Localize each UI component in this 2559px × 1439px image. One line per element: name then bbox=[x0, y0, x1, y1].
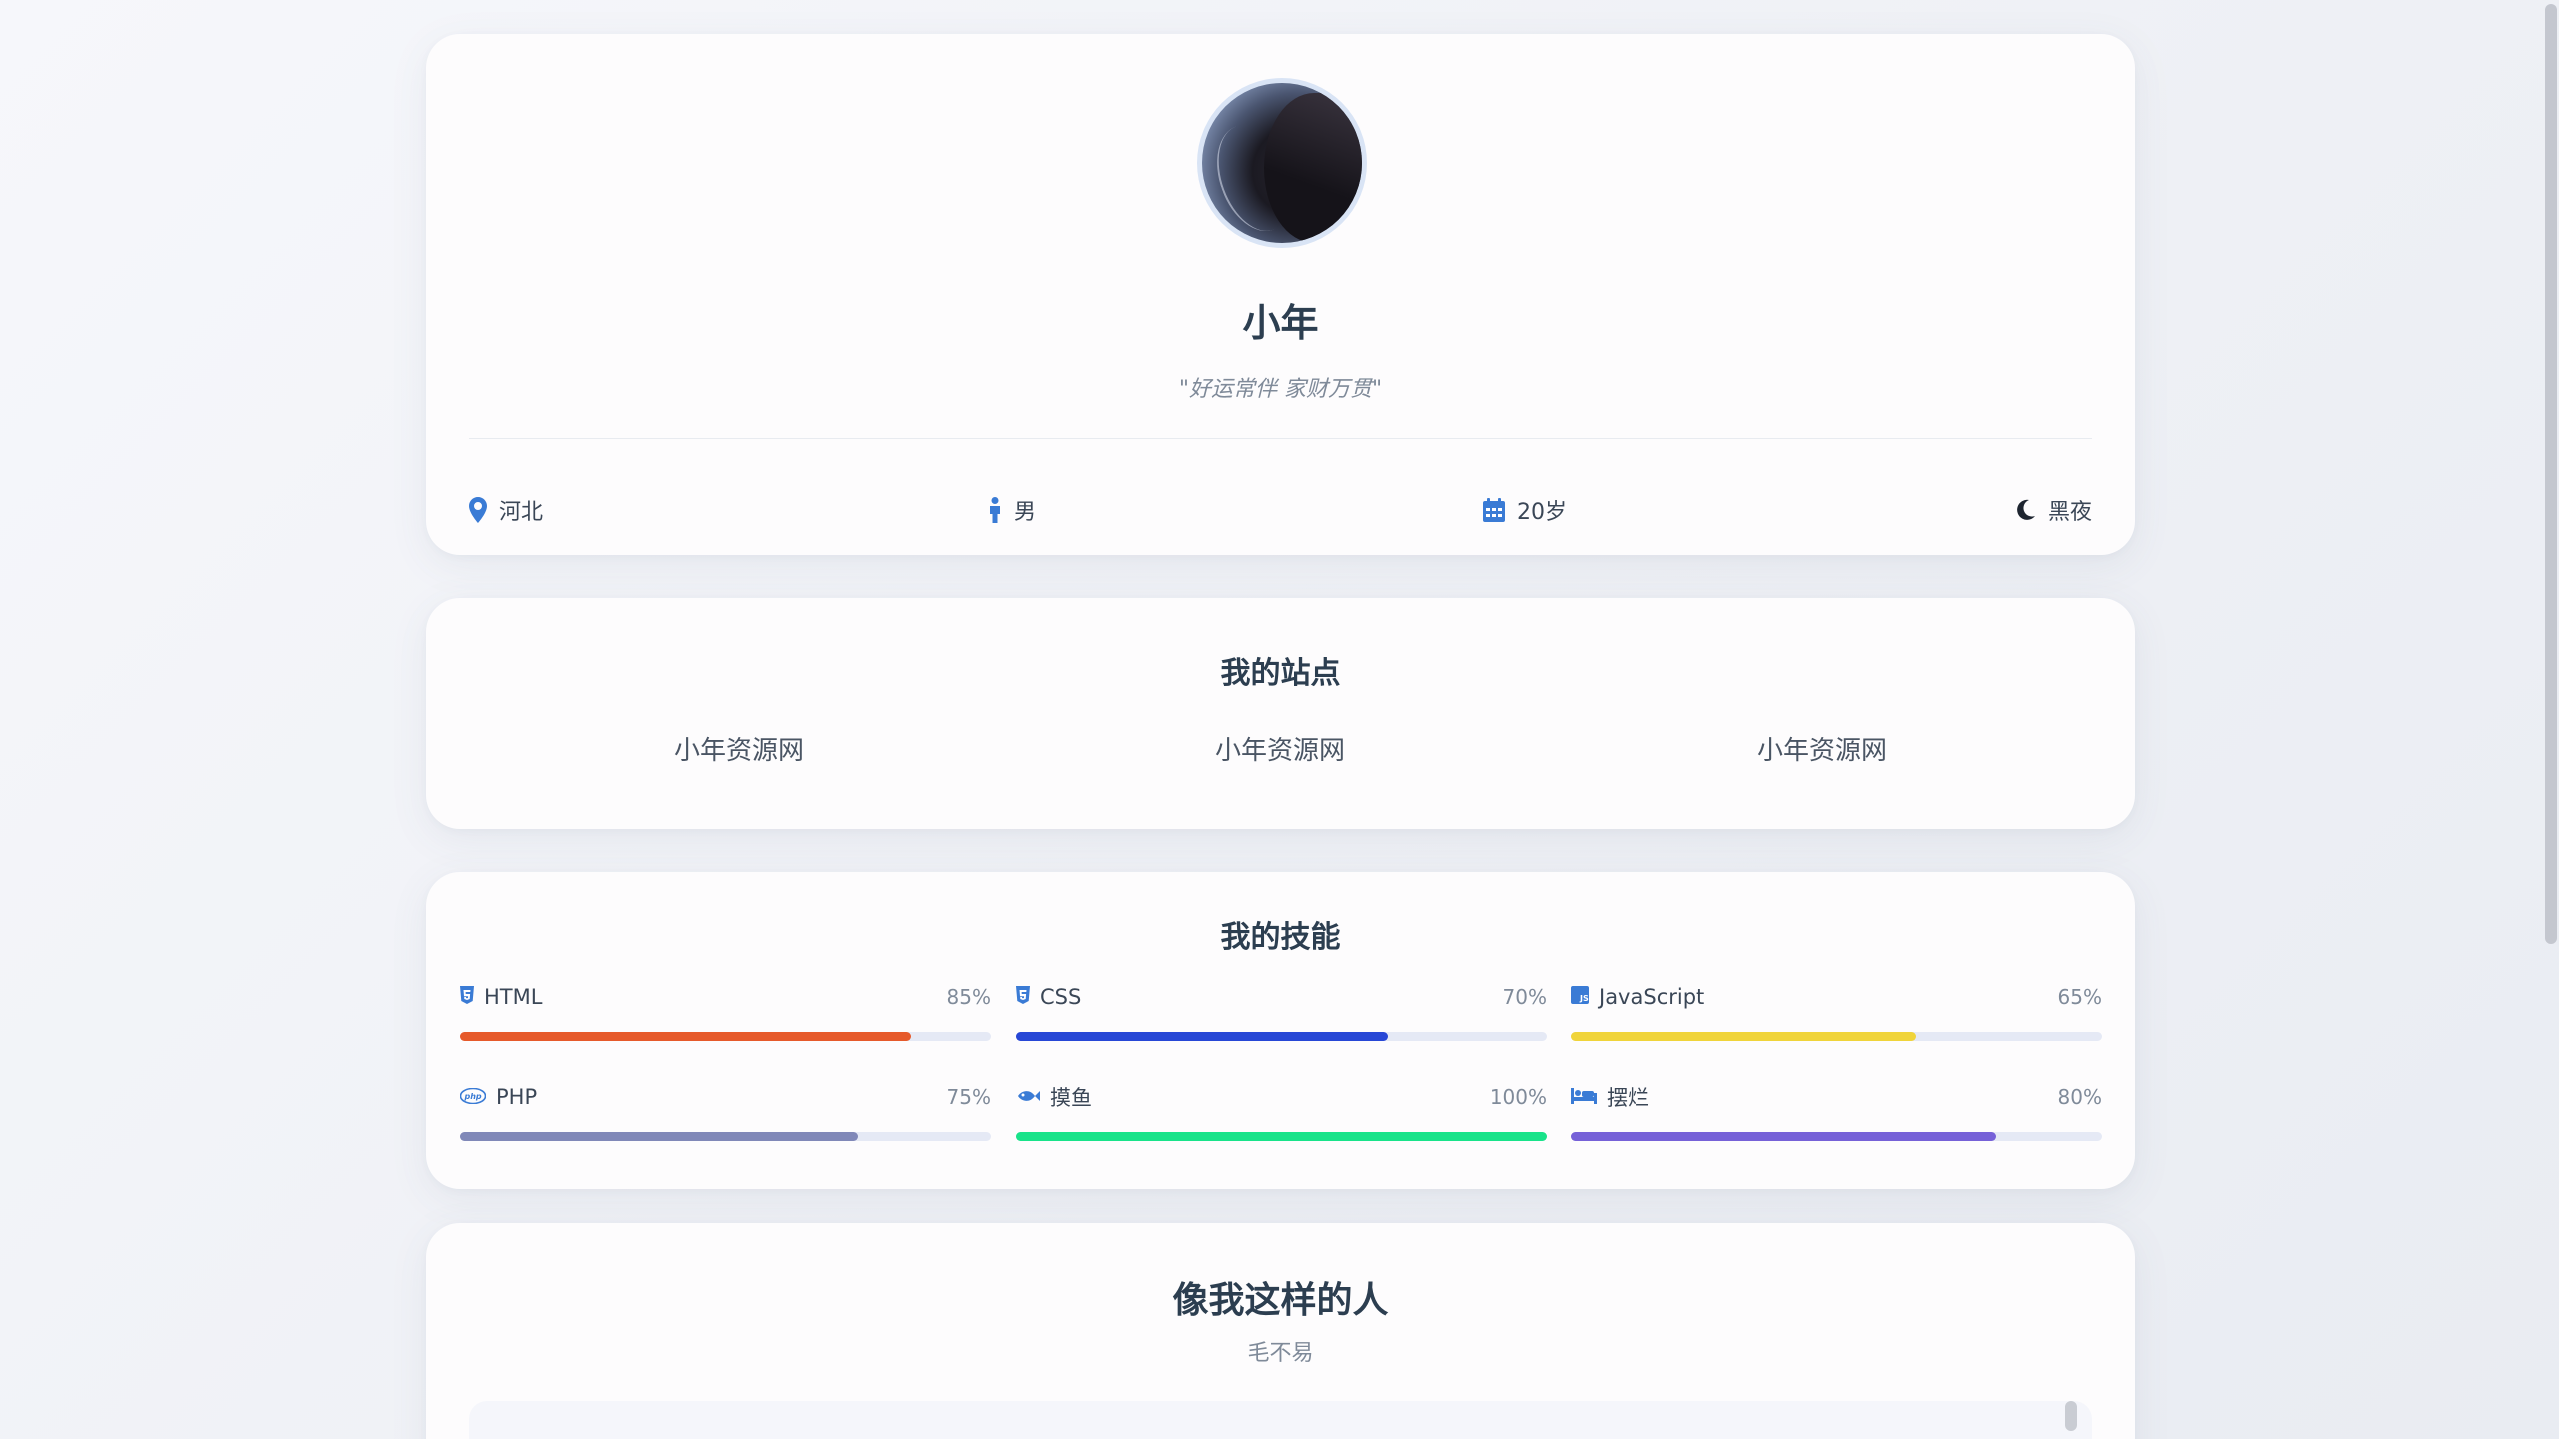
sites-title: 我的站点 bbox=[1220, 656, 1341, 691]
skill-percent: 75% bbox=[946, 1085, 991, 1109]
gender-text: 男 bbox=[1014, 500, 1037, 525]
theme-toggle-label: 黑夜 bbox=[2047, 500, 2092, 525]
skill-fill bbox=[1571, 1132, 1996, 1141]
skill-name: PHP bbox=[496, 1085, 538, 1109]
avatar[interactable] bbox=[1202, 83, 1362, 243]
info-age: 20岁 bbox=[1483, 494, 1567, 526]
skill-fill bbox=[1016, 1032, 1388, 1041]
skills-card: 我的技能 HTML 85% CSS 70% JS JavaScript 65% bbox=[426, 872, 2135, 1189]
profile-card: 小年 "好运常伴 家财万贯" 河北 男 20岁 黑夜 bbox=[426, 34, 2135, 555]
skill-track bbox=[1571, 1032, 2102, 1041]
moon-icon bbox=[2016, 499, 2036, 521]
skill-name: HTML bbox=[484, 985, 543, 1009]
skill-css: CSS 70% bbox=[1016, 982, 1547, 1042]
site-link-2[interactable]: 小年资源网 bbox=[1080, 730, 1480, 767]
skill-percent: 65% bbox=[2057, 985, 2102, 1009]
profile-motto: "好运常伴 家财万贯" bbox=[1178, 377, 1383, 402]
fish-icon bbox=[1016, 1085, 1040, 1109]
skill-lying-flat: 摆烂 80% bbox=[1571, 1082, 2102, 1142]
skill-javascript: JS JavaScript 65% bbox=[1571, 982, 2102, 1042]
bed-icon bbox=[1571, 1085, 1597, 1109]
info-gender: 男 bbox=[988, 494, 1036, 526]
skill-fill bbox=[1571, 1032, 1917, 1041]
location-text: 河北 bbox=[499, 500, 544, 525]
skills-title: 我的技能 bbox=[1220, 920, 1341, 955]
sites-card: 我的站点 小年资源网 小年资源网 小年资源网 bbox=[426, 598, 2135, 829]
php-icon: php bbox=[459, 1085, 487, 1109]
skill-html: HTML 85% bbox=[460, 982, 991, 1042]
css3-icon bbox=[1016, 985, 1030, 1009]
skill-percent: 85% bbox=[946, 985, 991, 1009]
song-artist: 毛不易 bbox=[1247, 1341, 1314, 1366]
info-location: 河北 bbox=[469, 494, 543, 526]
skill-name: 摸鱼 bbox=[1050, 1086, 1092, 1110]
calendar-icon bbox=[1483, 498, 1505, 522]
theme-toggle[interactable]: 黑夜 bbox=[2016, 494, 2092, 526]
skill-track bbox=[460, 1032, 991, 1041]
skill-percent: 100% bbox=[1489, 1085, 1547, 1109]
skill-fill bbox=[460, 1132, 859, 1141]
age-text: 20岁 bbox=[1517, 500, 1567, 525]
page-scrollbar-thumb[interactable] bbox=[2545, 4, 2557, 944]
map-pin-icon bbox=[469, 497, 487, 523]
male-person-icon bbox=[988, 497, 1002, 523]
skill-percent: 80% bbox=[2057, 1085, 2102, 1109]
page: 小年 "好运常伴 家财万贯" 河北 男 20岁 黑夜 我的站点 小年资源网 小年… bbox=[0, 0, 2559, 1439]
skill-php: php PHP 75% bbox=[459, 1082, 991, 1142]
skill-name: 摆烂 bbox=[1607, 1086, 1649, 1110]
lyrics-box[interactable] bbox=[469, 1401, 2092, 1439]
info-row: 河北 男 20岁 黑夜 bbox=[469, 494, 2092, 534]
skill-name: CSS bbox=[1040, 985, 1082, 1009]
lyrics-scrollbar[interactable] bbox=[2065, 1401, 2077, 1431]
svg-text:JS: JS bbox=[1579, 994, 1589, 1003]
skill-track bbox=[460, 1132, 991, 1141]
divider bbox=[469, 438, 2092, 439]
music-card: 像我这样的人 毛不易 bbox=[426, 1223, 2135, 1439]
html5-icon bbox=[460, 985, 474, 1009]
skill-track bbox=[1016, 1032, 1547, 1041]
page-scrollbar[interactable] bbox=[2535, 0, 2559, 1439]
site-link-3[interactable]: 小年资源网 bbox=[1622, 730, 2022, 767]
skill-fill bbox=[1016, 1132, 1547, 1141]
song-title: 像我这样的人 bbox=[1172, 1280, 1389, 1321]
avatar-ring bbox=[1197, 78, 1367, 248]
skill-track bbox=[1571, 1132, 2102, 1141]
skill-name: JavaScript bbox=[1599, 985, 1705, 1009]
js-icon: JS bbox=[1571, 985, 1589, 1009]
site-link-1[interactable]: 小年资源网 bbox=[539, 730, 939, 767]
skill-track bbox=[1016, 1132, 1547, 1141]
skill-slacking: 摸鱼 100% bbox=[1016, 1082, 1547, 1142]
skill-fill bbox=[460, 1032, 912, 1041]
svg-text:php: php bbox=[464, 1092, 482, 1101]
profile-name: 小年 bbox=[1242, 301, 1319, 345]
skill-percent: 70% bbox=[1502, 985, 1547, 1009]
